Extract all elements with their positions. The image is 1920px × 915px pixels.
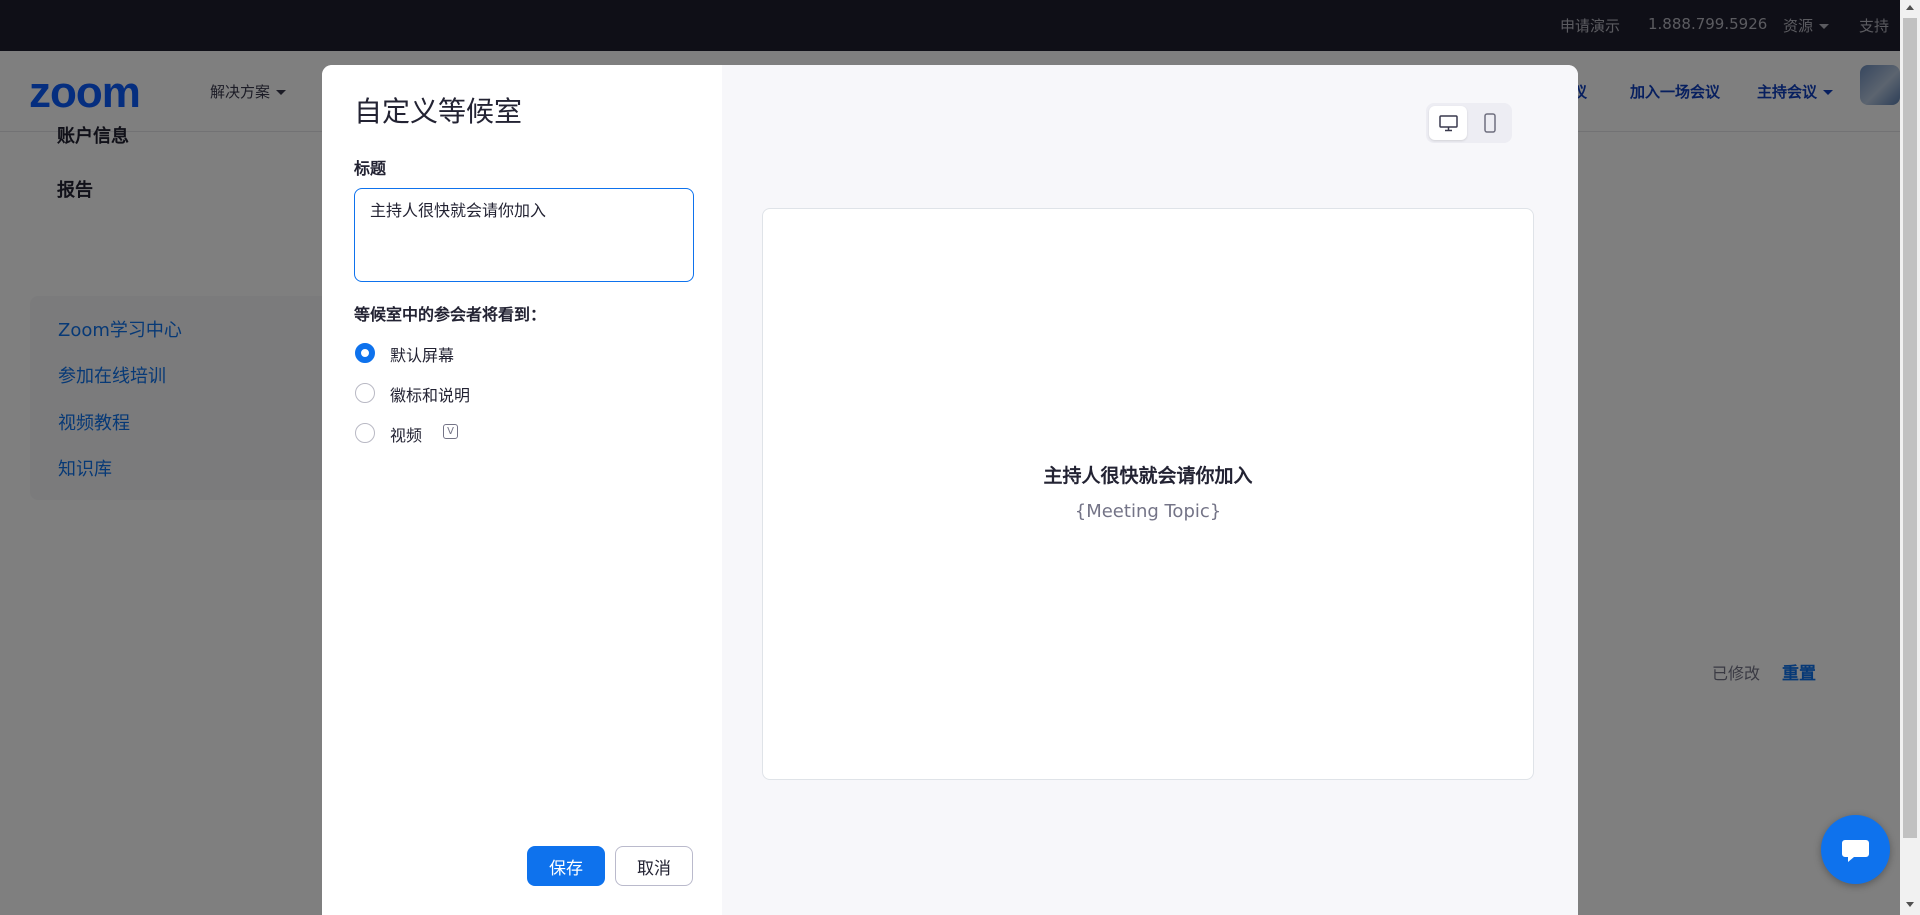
option-label: 徽标和说明 — [390, 386, 471, 405]
scroll-up-arrow-icon[interactable] — [1906, 5, 1914, 10]
device-toggle — [1426, 103, 1512, 143]
preview-meeting-topic: {Meeting Topic} — [1074, 501, 1222, 522]
dialog-title: 自定义等候室 — [354, 95, 523, 128]
mobile-view-button[interactable] — [1471, 106, 1509, 140]
title-input[interactable]: 主持人很快就会请你加入 — [354, 188, 694, 282]
title-field-label: 标题 — [354, 159, 387, 178]
chat-support-button[interactable] — [1821, 815, 1890, 884]
customize-waiting-room-dialog: 自定义等候室 标题 主持人很快就会请你加入 等候室中的参会者将看到： 默认屏幕 … — [322, 65, 1578, 915]
participants-see-label: 等候室中的参会者将看到： — [354, 305, 547, 324]
save-button[interactable]: 保存 — [527, 846, 605, 886]
radio-default-screen[interactable] — [355, 343, 375, 363]
scrollbar-thumb[interactable] — [1903, 18, 1917, 838]
waiting-room-preview: 主持人很快就会请你加入 {Meeting Topic} — [762, 208, 1534, 780]
desktop-view-button[interactable] — [1429, 106, 1467, 140]
option-label: 视频 — [390, 426, 423, 445]
chat-bubble-icon — [1842, 840, 1869, 862]
video-icon: V — [443, 424, 458, 439]
radio-logo-description[interactable] — [355, 383, 375, 403]
preview-pane: 主持人很快就会请你加入 {Meeting Topic} — [722, 65, 1578, 915]
preview-title: 主持人很快就会请你加入 — [1043, 465, 1253, 487]
desktop-icon — [1439, 115, 1458, 132]
mobile-icon — [1484, 113, 1496, 133]
option-label: 默认屏幕 — [390, 346, 455, 365]
radio-video[interactable] — [355, 423, 375, 443]
scroll-down-arrow-icon[interactable] — [1906, 902, 1914, 907]
settings-pane: 自定义等候室 标题 主持人很快就会请你加入 等候室中的参会者将看到： 默认屏幕 … — [322, 65, 722, 915]
cancel-button[interactable]: 取消 — [615, 846, 693, 886]
